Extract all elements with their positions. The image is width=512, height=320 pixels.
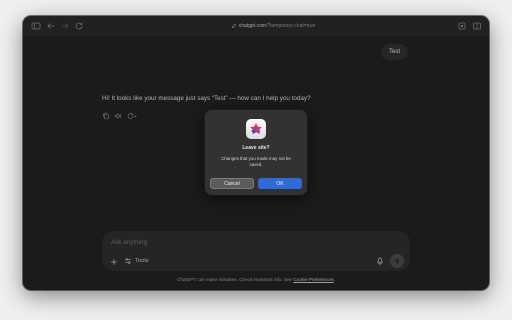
message-actions — [102, 112, 138, 120]
back-arrow-icon[interactable] — [46, 21, 56, 31]
leave-site-dialog: Leave site? Changes that you made may no… — [205, 110, 307, 195]
disclaimer-text: ChatGPT can make mistakes. Check importa… — [177, 277, 294, 282]
browser-toolbar: chatgpt.com/?temporary-chat=true — [23, 16, 489, 36]
read-aloud-icon[interactable] — [114, 112, 122, 120]
ok-button[interactable]: OK — [258, 178, 302, 189]
tools-button[interactable]: Tools — [124, 257, 149, 265]
share-icon[interactable] — [457, 21, 467, 31]
link-icon — [231, 23, 237, 29]
regenerate-icon[interactable] — [126, 112, 138, 120]
cancel-button[interactable]: Cancel — [210, 178, 254, 189]
dialog-message: Changes that you made may not be saved. — [221, 156, 291, 167]
disclaimer: ChatGPT can make mistakes. Check importa… — [23, 277, 489, 282]
assistant-message: Hi! It looks like your message just says… — [102, 95, 311, 102]
tools-label: Tools — [135, 258, 149, 264]
sliders-icon — [124, 257, 132, 265]
disclaimer-suffix: . — [333, 277, 335, 282]
app-icon — [246, 119, 266, 139]
address-bar[interactable]: chatgpt.com/?temporary-chat=true — [203, 21, 343, 31]
user-message-bubble: Test — [381, 44, 409, 60]
composer: Tools — [102, 231, 410, 271]
copy-icon[interactable] — [102, 112, 110, 120]
url-path: /?temporary-chat=true — [265, 23, 316, 29]
forward-arrow-icon[interactable] — [60, 21, 70, 31]
desktop: chatgpt.com/?temporary-chat=true Test Hi… — [0, 0, 512, 320]
plus-icon[interactable] — [110, 258, 118, 266]
chat-input[interactable] — [111, 239, 311, 246]
dialog-title: Leave site? — [242, 145, 270, 151]
browser-window: chatgpt.com/?temporary-chat=true Test Hi… — [23, 16, 489, 290]
dialog-buttons: Cancel OK — [210, 178, 302, 189]
voice-mode-button[interactable] — [390, 254, 404, 268]
cookie-preferences-link[interactable]: Cookie Preferences — [293, 277, 333, 282]
microphone-icon[interactable] — [376, 257, 384, 266]
reload-icon[interactable] — [74, 21, 84, 31]
sidebar-toggle-icon[interactable] — [31, 21, 41, 31]
tab-overview-icon[interactable] — [472, 21, 482, 31]
url-host: chatgpt.com — [238, 23, 266, 29]
